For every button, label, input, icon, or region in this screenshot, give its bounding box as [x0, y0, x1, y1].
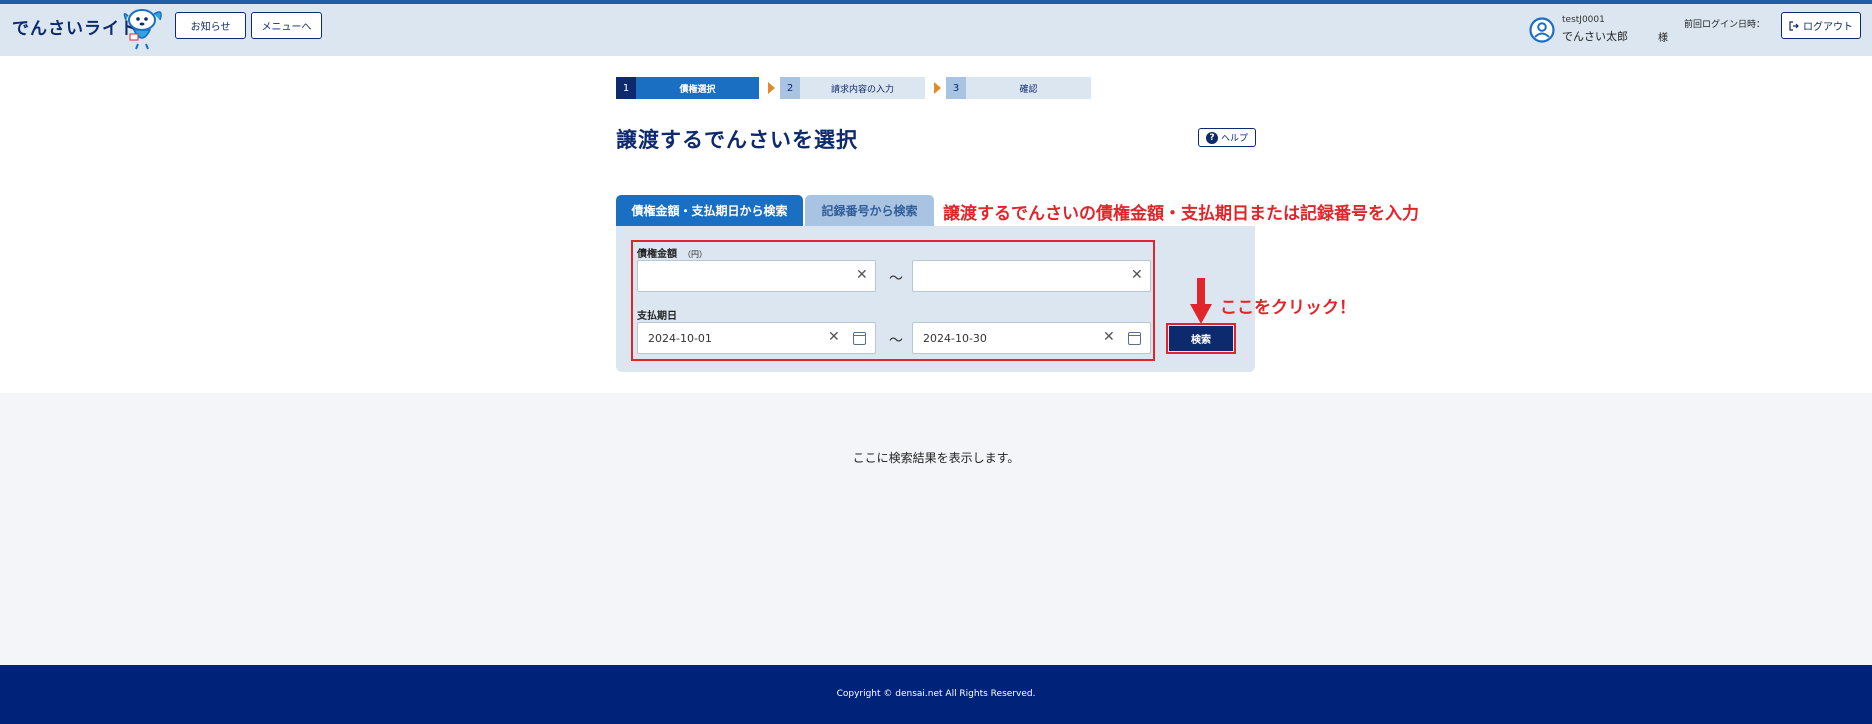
calendar-icon[interactable] — [1128, 332, 1141, 345]
range-separator: 〜 — [889, 271, 903, 287]
amount-unit: （円） — [683, 250, 707, 259]
logout-icon — [1789, 20, 1799, 31]
help-button[interactable]: ? ヘルプ — [1198, 128, 1256, 147]
date-from-input[interactable]: 2024-10-01 ✕ — [637, 322, 876, 354]
instruction-annotation: 譲渡するでんさいの債権金額・支払期日または記録番号を入力 — [943, 204, 1419, 224]
date-to-input[interactable]: 2024-10-30 ✕ — [912, 322, 1151, 354]
user-id: testJ0001 — [1562, 15, 1605, 25]
click-here-annotation: ここをクリック！ — [1220, 298, 1356, 318]
mascot-logo-icon — [123, 9, 162, 50]
clear-icon[interactable]: ✕ — [828, 329, 840, 345]
step-3: 3 確認 — [946, 77, 1091, 99]
date-to-value: 2024-10-30 — [923, 331, 987, 345]
copyright-text: Copyright © densai.net All Rights Reserv… — [836, 689, 1036, 699]
logout-button[interactable]: ログアウト — [1781, 12, 1861, 39]
user-name: でんさい太郎 — [1562, 30, 1628, 43]
step-1: 1 債権選択 — [616, 77, 759, 99]
menu-button[interactable]: メニューへ — [251, 12, 322, 39]
tab-record-number-search[interactable]: 記録番号から検索 — [805, 195, 934, 226]
clear-icon[interactable]: ✕ — [1103, 329, 1115, 345]
clear-icon[interactable]: ✕ — [856, 267, 868, 283]
user-avatar-icon — [1529, 17, 1555, 43]
date-from-value: 2024-10-01 — [648, 331, 712, 345]
help-label: ヘルプ — [1220, 134, 1248, 144]
clear-icon[interactable]: ✕ — [1131, 267, 1143, 283]
step-3-label: 確認 — [966, 77, 1091, 99]
step-arrow-icon — [934, 82, 941, 94]
step-2-label: 請求内容の入力 — [800, 77, 925, 99]
date-label: 支払期日 — [637, 311, 677, 322]
amount-label: 債権金額 （円） — [637, 245, 707, 260]
last-login-label: 前回ログイン日時： — [1684, 20, 1766, 30]
logout-label: ログアウト — [1803, 22, 1853, 33]
news-button[interactable]: お知らせ — [175, 12, 246, 39]
step-3-number: 3 — [946, 77, 966, 99]
calendar-icon[interactable] — [853, 332, 866, 345]
amount-label-text: 債権金額 — [637, 249, 677, 260]
search-button[interactable]: 検索 — [1169, 326, 1233, 351]
amount-from-input[interactable]: ✕ — [637, 260, 876, 292]
results-placeholder: ここに検索結果を表示します。 — [852, 451, 1020, 465]
tab-amount-date-search[interactable]: 債権金額・支払期日から検索 — [616, 195, 803, 226]
page-title: 譲渡するでんさいを選択 — [616, 128, 858, 152]
step-1-label: 債権選択 — [636, 77, 759, 99]
step-2-number: 2 — [780, 77, 800, 99]
results-area — [0, 393, 1872, 665]
step-arrow-icon — [768, 82, 775, 94]
amount-to-input[interactable]: ✕ — [912, 260, 1151, 292]
down-arrow-annotation-icon — [1190, 278, 1212, 324]
step-1-number: 1 — [616, 77, 636, 99]
help-question-icon: ? — [1205, 131, 1218, 144]
user-honorific: 様 — [1658, 33, 1668, 44]
range-separator: 〜 — [889, 333, 903, 349]
step-2: 2 請求内容の入力 — [780, 77, 925, 99]
